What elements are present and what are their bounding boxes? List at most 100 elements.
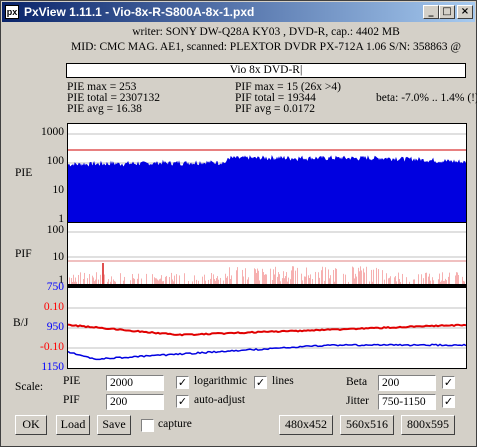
pif-bar [302, 280, 303, 284]
pif-bar [355, 273, 356, 284]
pif-bar [413, 279, 414, 284]
pif-bar [169, 276, 170, 284]
auto-adjust-checkbox[interactable]: ✓ [176, 395, 189, 408]
pie-tick-1000: 1000 [41, 126, 64, 138]
capture-label: capture [158, 418, 192, 430]
pif-bar [372, 281, 373, 284]
pif-bar [325, 267, 326, 284]
pif-bar [100, 274, 101, 284]
pif-bar [270, 268, 271, 284]
pif-bar [243, 276, 244, 284]
pif-bar [429, 273, 430, 284]
jitter-checkbox[interactable]: ✓ [442, 395, 455, 408]
size-560x516-button[interactable]: 560x516 [340, 415, 394, 435]
pif-bar [330, 275, 331, 284]
pif-bar [166, 275, 167, 284]
beta-scale-input[interactable]: 200 [378, 375, 436, 391]
pif-bar [306, 267, 307, 284]
pif-bar [173, 281, 174, 284]
pif-bar [455, 275, 456, 284]
pif-bar [162, 281, 163, 284]
pif-bar [445, 278, 446, 284]
pif-bar [297, 267, 298, 284]
pif-bar [263, 272, 264, 284]
title-bar[interactable]: px PxView 1.11.1 - Vio-8x-R-S800A-8x-1.p… [2, 2, 475, 22]
pif-bar [409, 281, 410, 284]
pif-bar [217, 276, 218, 284]
pif-bar [229, 267, 230, 284]
pif-bar [211, 272, 212, 284]
pif-bar [80, 272, 81, 284]
pif-bar [226, 277, 227, 284]
beta-checkbox[interactable]: ✓ [442, 376, 455, 389]
pif-bar [98, 279, 99, 284]
size-800x595-button[interactable]: 800x595 [401, 415, 455, 435]
pif-bar [262, 268, 263, 284]
size-480x452-button[interactable]: 480x452 [279, 415, 333, 435]
pif-bar [295, 270, 296, 284]
pif-bar [402, 273, 403, 284]
pif-bar [159, 279, 160, 284]
logarithmic-checkbox[interactable]: ✓ [176, 376, 189, 389]
pif-bar [92, 275, 93, 284]
pif-bar [69, 277, 70, 284]
pif-bar [275, 266, 276, 284]
pif-bar [280, 281, 281, 284]
pif-bar [78, 274, 79, 284]
pif-bar [395, 276, 396, 284]
load-button[interactable]: Load [56, 415, 90, 435]
pif-bar [154, 277, 155, 284]
pif-bar [176, 274, 177, 284]
pif-bar [84, 272, 85, 284]
pif-bar [115, 281, 116, 284]
pif-bar [161, 275, 162, 284]
pif-avg: PIF avg = 0.0172 [235, 103, 315, 115]
pif-bar [188, 281, 189, 284]
pif-bar [425, 272, 426, 284]
pif-bar [426, 272, 427, 284]
filename-field[interactable]: Vio 8x DVD-R| [66, 63, 466, 78]
pif-bar [93, 277, 94, 284]
pif-bar [458, 274, 459, 284]
pif-bar [336, 268, 337, 284]
logarithmic-label: logarithmic [194, 375, 248, 387]
beta-line [68, 323, 466, 337]
pif-bar [304, 276, 305, 284]
close-icon[interactable]: × [457, 5, 473, 19]
pif-bar [440, 281, 441, 284]
pif-bar [107, 281, 108, 284]
pif-bar [208, 279, 209, 284]
capture-checkbox[interactable] [141, 419, 154, 432]
pif-bar [184, 273, 185, 284]
pif-bar [384, 279, 385, 284]
pif-bar [214, 279, 215, 284]
pif-bar [389, 277, 390, 284]
pif-bar [194, 275, 195, 284]
jitter-scale-input[interactable]: 750-1150 [378, 394, 436, 410]
scale-label: Scale: [15, 381, 44, 393]
pif-bar [328, 269, 329, 284]
minimize-icon[interactable]: _ [423, 5, 439, 19]
pif-bar [442, 272, 443, 284]
ok-button[interactable]: OK [15, 415, 47, 435]
pif-bar [120, 273, 121, 284]
pif-bar [108, 279, 109, 284]
save-button[interactable]: Save [97, 415, 131, 435]
pif-bar [315, 271, 316, 284]
beta-scale-label: Beta [346, 376, 368, 388]
pif-bar [110, 281, 111, 284]
jitter-tick-1150: 1150 [41, 361, 64, 373]
pif-scale-input[interactable]: 200 [106, 394, 164, 410]
media-info: MID: CMC MAG. AE1, scanned: PLEXTOR DVDR… [71, 41, 461, 53]
pif-bar [399, 279, 400, 284]
lines-checkbox[interactable]: ✓ [254, 376, 267, 389]
maximize-icon[interactable]: □ [439, 5, 455, 19]
pif-bar [324, 280, 325, 284]
pie-scale-label: PIE [63, 375, 81, 387]
pif-tick-10: 10 [52, 251, 65, 263]
pif-bar [94, 281, 95, 284]
pie-scale-input[interactable]: 2000 [106, 375, 164, 391]
pie-tick-10: 10 [52, 184, 65, 196]
pif-bar [237, 267, 238, 284]
pif-bar [96, 272, 97, 284]
